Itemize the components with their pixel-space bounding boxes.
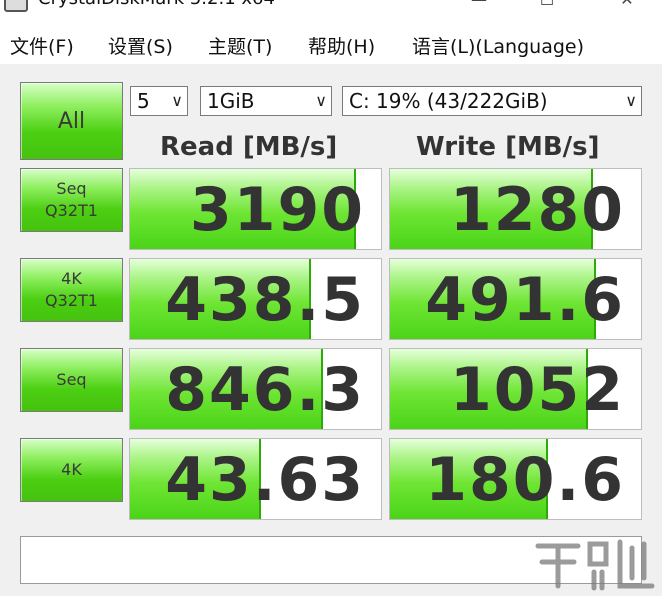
- write-result-cell: 491.6: [389, 258, 642, 340]
- row-label-line1: 4K: [61, 269, 82, 288]
- chevron-down-icon: ∨: [171, 91, 183, 110]
- maximize-button[interactable]: ☐: [524, 0, 570, 20]
- menu-language[interactable]: 语言(L)(Language): [412, 32, 584, 59]
- menu-theme[interactable]: 主题(T): [208, 32, 272, 59]
- write-result-cell: 1052: [389, 348, 642, 430]
- write-value: 491.6: [425, 265, 625, 335]
- chevron-down-icon: ∨: [315, 91, 327, 110]
- watermark-logo: [535, 539, 655, 591]
- seq-q32t1-button[interactable]: Seq Q32T1: [20, 168, 123, 232]
- read-value: 3190: [190, 175, 365, 245]
- write-header: Write [MB/s]: [416, 132, 600, 162]
- row-label-line2: Q32T1: [45, 201, 98, 220]
- menu-file[interactable]: 文件(F): [10, 32, 74, 59]
- app-icon: [4, 0, 28, 12]
- read-result-cell: 3190: [129, 168, 382, 250]
- menu-settings[interactable]: 设置(S): [108, 32, 173, 59]
- write-value: 180.6: [425, 445, 625, 515]
- drive-select[interactable]: C: 19% (43/222GiB) ∨: [342, 86, 642, 116]
- minimize-button[interactable]: —: [456, 0, 502, 20]
- read-value: 43.63: [165, 445, 365, 515]
- write-value: 1052: [450, 355, 625, 425]
- seq-button[interactable]: Seq: [20, 348, 123, 412]
- write-value: 1280: [450, 175, 625, 245]
- row-label-line2: Q32T1: [45, 291, 98, 310]
- 4k-q32t1-button[interactable]: 4K Q32T1: [20, 258, 123, 322]
- size-select[interactable]: 1GiB ∨: [200, 86, 332, 116]
- row-label-line1: 4K: [61, 460, 82, 479]
- chevron-down-icon: ∨: [625, 91, 637, 110]
- menu-help[interactable]: 帮助(H): [308, 32, 375, 59]
- size-value: 1GiB: [207, 89, 255, 113]
- write-result-cell: 1280: [389, 168, 642, 250]
- read-value: 438.5: [165, 265, 365, 335]
- window-title: CrystalDiskMark 5.2.1 x64: [38, 0, 275, 9]
- main-panel: All 5 ∨ 1GiB ∨ C: 19% (43/222GiB) ∨ Read…: [0, 64, 662, 596]
- all-button[interactable]: All: [20, 82, 123, 160]
- read-result-cell: 846.3: [129, 348, 382, 430]
- runs-select[interactable]: 5 ∨: [130, 86, 188, 116]
- menu-bar: 文件(F) 设置(S) 主题(T) 帮助(H) 语言(L)(Language): [0, 26, 662, 64]
- row-label-line1: Seq: [56, 179, 87, 198]
- drive-value: C: 19% (43/222GiB): [349, 89, 548, 113]
- row-label-line1: Seq: [56, 370, 87, 389]
- 4k-button[interactable]: 4K: [20, 438, 123, 502]
- read-result-cell: 438.5: [129, 258, 382, 340]
- title-bar: CrystalDiskMark 5.2.1 x64 — ☐ ✕: [0, 0, 662, 22]
- close-button[interactable]: ✕: [604, 0, 650, 20]
- read-result-cell: 43.63: [129, 438, 382, 520]
- write-result-cell: 180.6: [389, 438, 642, 520]
- runs-value: 5: [137, 89, 150, 113]
- read-header: Read [MB/s]: [160, 132, 338, 162]
- read-value: 846.3: [165, 355, 365, 425]
- all-button-label: All: [57, 108, 86, 134]
